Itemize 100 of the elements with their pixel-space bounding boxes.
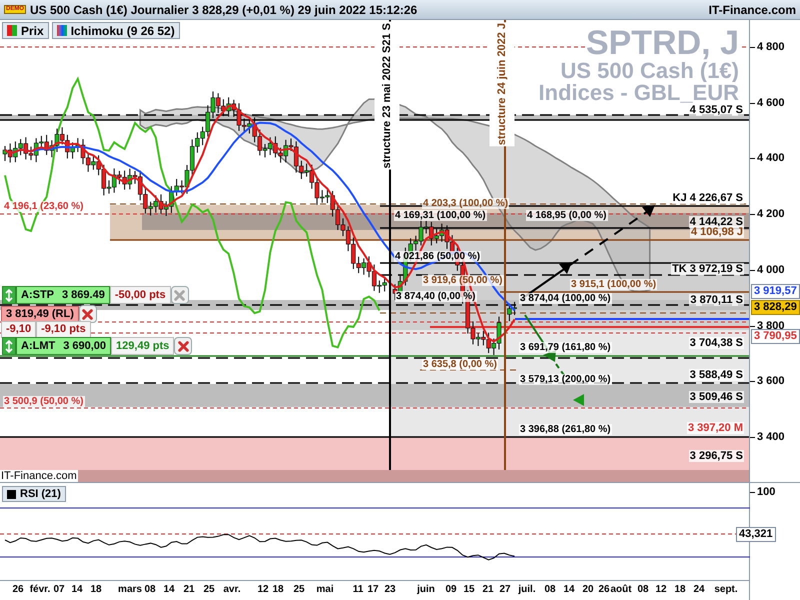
structure-label: structure 24 juin 2022 J [490, 22, 514, 146]
date-axis-label: 12 [655, 583, 667, 596]
indicator-legend[interactable]: RSI (21) [2, 486, 66, 502]
chart-instrument: US 500 Cash (1€) [560, 60, 739, 82]
fibonacci-label: 3 579,13 (200,00 %) [519, 374, 612, 385]
triangle-marker-icon [573, 394, 584, 406]
rsi-color-icon [7, 490, 16, 498]
date-axis-label: 25 [203, 583, 215, 596]
fibonacci-label: 4 168,95 (0,00 %) [526, 210, 608, 221]
fibonacci-label: 4 169,31 (100,00 %) [394, 210, 487, 221]
date-axis-label: 17 [367, 583, 379, 596]
date-axis-label: 14 [163, 583, 175, 596]
date-axis-label: mars [118, 583, 142, 596]
close-icon [178, 340, 189, 352]
date-axis-label: févr. [30, 583, 50, 596]
date-axis-label: sept. [714, 583, 738, 596]
price-axis-label: 4 600 [757, 97, 785, 109]
date-axis-label: 21 [482, 583, 494, 596]
fibonacci-label: 3 396,88 (261,80 %) [519, 424, 612, 435]
order-distance: -50,00 pts [110, 286, 171, 304]
chart-title: US 500 Cash (1€) Journalier 3 828,29 (+0,01 %) 29 juin 2022 15:12:26 [30, 2, 418, 18]
price-axis-label: 4 800 [757, 41, 785, 53]
fibonacci-label: 3 915,1 (100,00 %) [570, 279, 658, 290]
price-axis-label: 4 200 [757, 208, 785, 220]
order-price: 3 869.49 [62, 288, 105, 303]
footer-site-name: IT-Finance.com [0, 470, 78, 482]
legend-item[interactable]: Prix [2, 22, 49, 39]
level-label: 3 509,46 S [688, 391, 744, 403]
price-axis-label: 3 600 [757, 375, 785, 387]
date-axis-label: 20 [582, 583, 594, 596]
date-axis-label: 14 [71, 583, 83, 596]
date-axis-label: juil. [518, 583, 536, 596]
date-axis-label: 23 [384, 583, 396, 596]
fibonacci-label: 4 203,3 (100,00 %) [422, 198, 510, 209]
date-axis-label: 11 [352, 583, 364, 596]
drag-handle[interactable] [2, 337, 16, 355]
level-label: 4 106,98 J [690, 226, 744, 238]
ichimoku-legend-icon [56, 25, 67, 36]
level-label: 4 535,07 S [688, 104, 744, 116]
date-axis-label: 18 [90, 583, 102, 596]
fibonacci-label: 4 021,86 (50,00 %) [394, 251, 482, 262]
level-label: KJ 4 226,67 S [672, 192, 744, 204]
price-axis-label: 4 400 [757, 152, 785, 164]
fibonacci-label: 3 635,8 (0,00 %) [422, 359, 498, 370]
drag-handle-icon [5, 340, 13, 352]
site-name: IT-Finance.com [708, 2, 796, 18]
date-axis-label: 12 [257, 583, 269, 596]
date-axis-label: 26 [12, 583, 24, 596]
date-axis-label: 18 [674, 583, 686, 596]
date-axis-label: juin [417, 583, 435, 596]
close-icon [82, 308, 94, 320]
level-label: 3 397,20 M [686, 422, 744, 434]
drag-handle-icon [5, 288, 13, 302]
date-axis-label: 26 [598, 583, 610, 596]
order-type-label: A:LMT [21, 338, 56, 354]
date-axis-label: 09 [445, 583, 457, 596]
legend-item[interactable]: Ichimoku (9 26 52) [52, 22, 180, 39]
level-label: 3 870,11 S [689, 294, 744, 306]
offset-value: -9,10 [1, 321, 36, 338]
rsi-axis-label: 100 [757, 486, 776, 498]
fibonacci-label: 3 874,04 (100,00 %) [519, 293, 612, 304]
date-axis-label: 08 [637, 583, 649, 596]
fibonacci-label: 3 874,40 (0,00 %) [395, 291, 476, 302]
fibonacci-label: 3 919,6 (50,00 %) [422, 275, 504, 286]
date-axis-label: 27 [499, 583, 511, 596]
rsi-value-tag: 43,321 [736, 527, 776, 542]
price-tag: 3 919,57 [751, 284, 800, 299]
close-icon [174, 290, 186, 300]
fibonacci-label: 3 500,9 (50,00 %) [3, 396, 84, 407]
price-axis-label: 4 000 [757, 264, 785, 276]
date-axis-label: 07 [53, 583, 65, 596]
price-tag: 3 828,29 [751, 300, 800, 315]
price-tag: 3 790,95 [751, 329, 800, 344]
price-axis-label: 3 800 [757, 320, 785, 332]
date-axis-label: 08 [544, 583, 556, 596]
order-type-label: A:STP [21, 288, 54, 303]
date-axis-label: 21 [183, 583, 195, 596]
level-label: 3 296,75 S [688, 450, 744, 462]
price-axis-label: 3 400 [757, 431, 785, 443]
date-axis-label: août [610, 583, 632, 596]
date-axis-label: 08 [144, 583, 156, 596]
close-order-button[interactable] [174, 337, 192, 355]
date-axis-label: 15 [463, 583, 475, 596]
order-price: 3 690,00 [63, 338, 106, 354]
date-axis-label: 24 [693, 583, 705, 596]
order-price-tag[interactable]: A:STP 3 869.49 [16, 286, 110, 304]
drag-handle[interactable] [2, 286, 16, 304]
date-axis-label: mai [316, 583, 334, 596]
order-distance: 129,49 pts [111, 337, 174, 355]
order-price-tag[interactable]: A:LMT 3 690,00 [16, 337, 112, 355]
level-label: TK 3 972,19 S [671, 263, 744, 275]
date-axis-label: 18 [272, 583, 284, 596]
fibonacci-label: 4 196,1 (23,60 %) [3, 201, 84, 212]
structure-label: structure 23 mai 2022 S21 S [375, 22, 400, 170]
date-axis-label: 14 [563, 583, 575, 596]
level-label: 3 588,49 S [688, 369, 744, 381]
level-label: 3 704,38 S [688, 337, 744, 349]
date-axis-label: avr. [223, 583, 241, 596]
chart-market: Indices - GBL_EUR [538, 82, 739, 104]
candle-legend-icon [7, 25, 17, 36]
